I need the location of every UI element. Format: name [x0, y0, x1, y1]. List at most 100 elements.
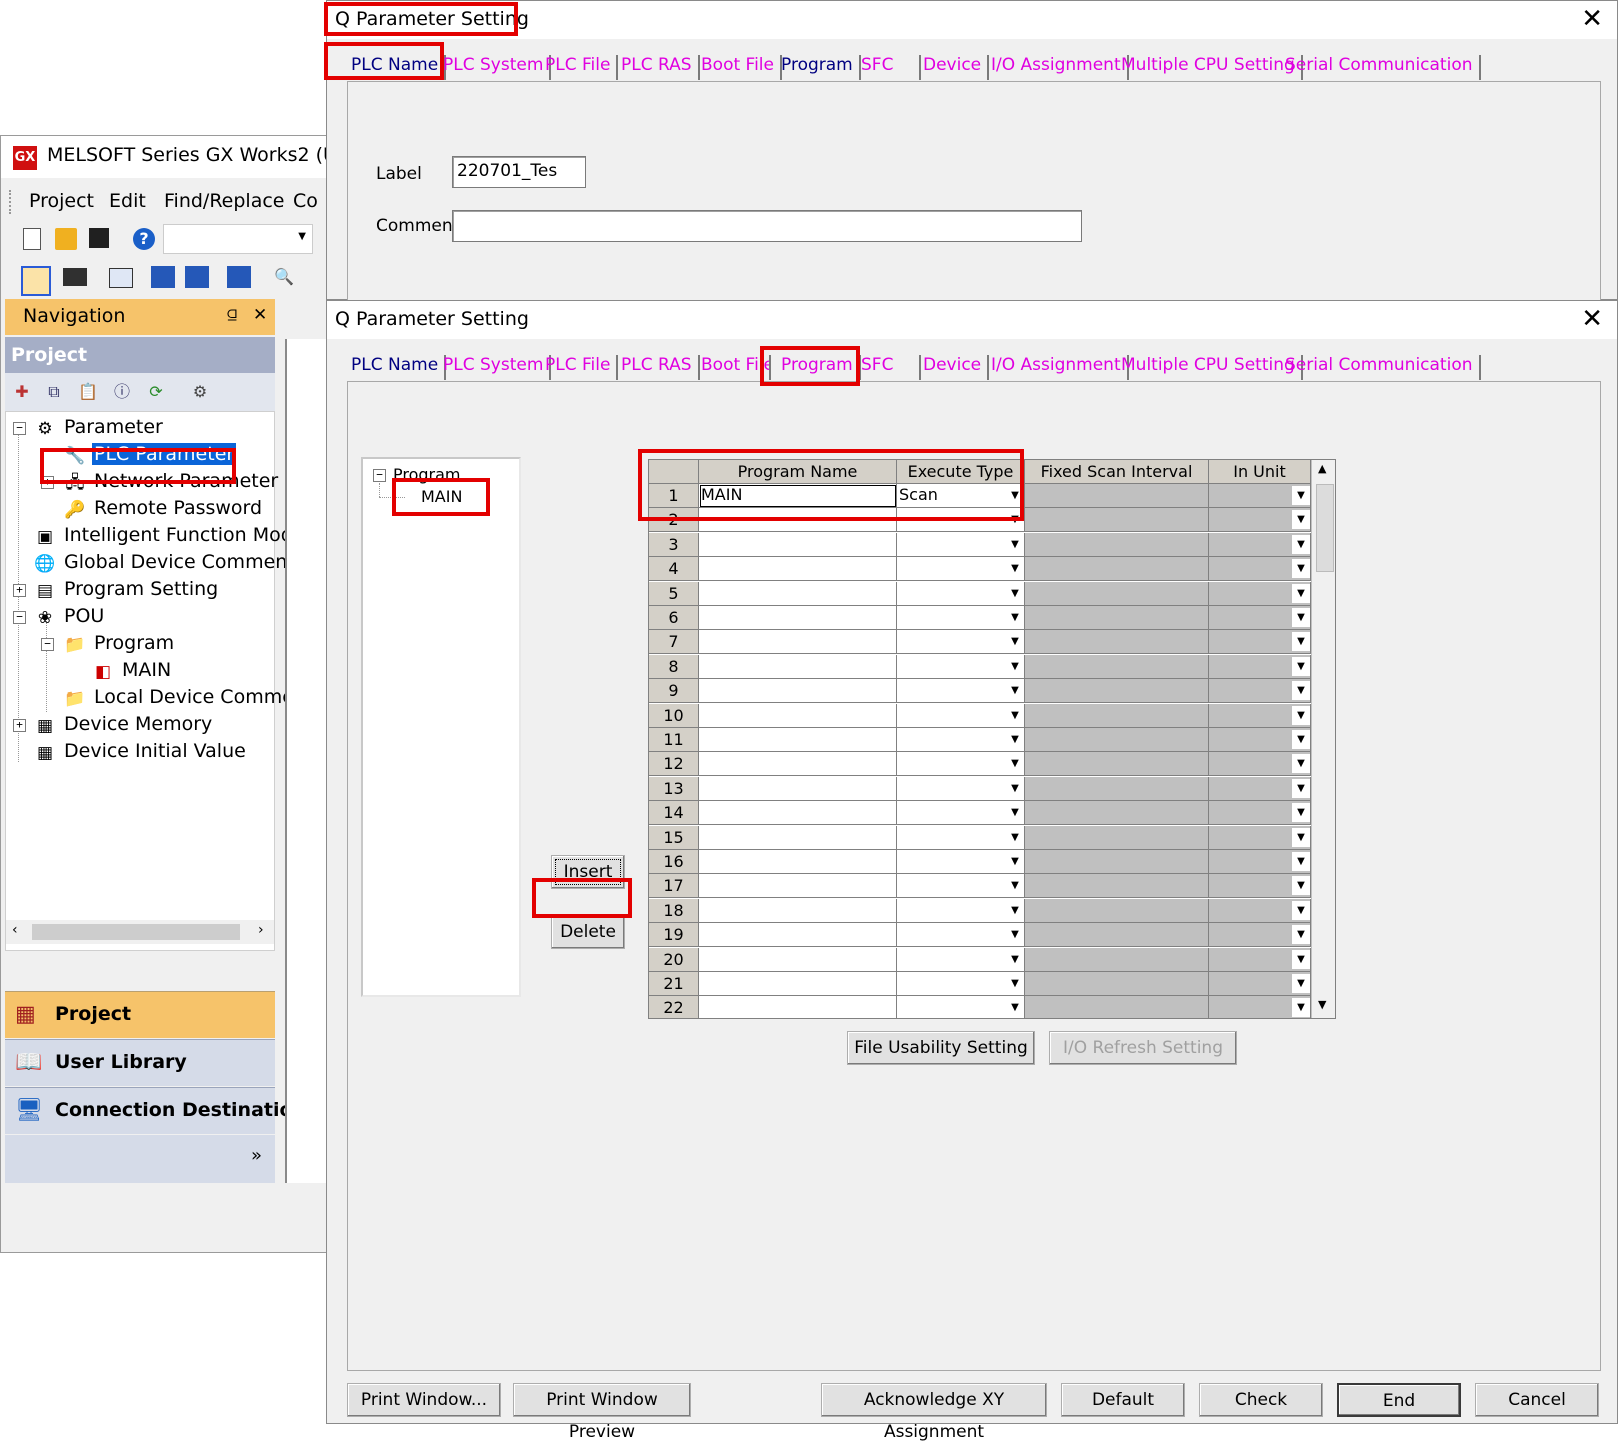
scroll-left-icon[interactable]: ‹: [12, 922, 18, 938]
dropdown-arrow-icon[interactable]: ▼: [1006, 559, 1024, 578]
tree-item-device-memory[interactable]: Device Memory: [64, 713, 212, 735]
execute-type-cell[interactable]: ▼: [897, 850, 1025, 874]
execute-type-cell[interactable]: ▼: [897, 874, 1025, 899]
execute-type-cell[interactable]: ▼: [897, 703, 1025, 728]
execute-type-cell[interactable]: ▼: [897, 801, 1025, 826]
close-icon[interactable]: ✕: [253, 305, 267, 325]
program-name-cell[interactable]: [699, 752, 897, 777]
tree-item-global-device-comment[interactable]: Global Device Comment: [64, 551, 295, 573]
new-file-icon[interactable]: [23, 228, 41, 250]
tree-item-intelligent-function[interactable]: Intelligent Function Modu: [64, 524, 305, 546]
tree-item-pou[interactable]: POU: [64, 605, 104, 627]
dropdown-arrow-icon[interactable]: ▼: [1006, 706, 1024, 725]
execute-type-cell[interactable]: ▼: [897, 972, 1025, 996]
program-name-cell[interactable]: [699, 508, 897, 533]
tab-plc-name[interactable]: PLC Name: [351, 355, 447, 380]
dropdown-arrow-icon[interactable]: ▼: [1006, 657, 1024, 676]
tab-plc-system[interactable]: PLC System: [443, 355, 552, 380]
cpu-module-icon[interactable]: [63, 268, 87, 286]
tab-program[interactable]: Program: [781, 355, 861, 380]
tab-device[interactable]: Device: [923, 55, 990, 80]
dropdown-arrow-icon[interactable]: ▼: [1006, 803, 1024, 822]
program-name-cell[interactable]: [699, 557, 897, 582]
tree-expander[interactable]: +: [13, 719, 26, 732]
tree-item-program-setting[interactable]: Program Setting: [64, 578, 218, 600]
tree-item-remote-password[interactable]: Remote Password: [94, 497, 262, 519]
tab-io-assignment[interactable]: I/O Assignment: [991, 55, 1129, 80]
device-batch-icon[interactable]: [151, 266, 175, 288]
tree-expander[interactable]: −: [13, 422, 26, 435]
execute-type-cell[interactable]: ▼: [897, 996, 1025, 1018]
program-name-cell[interactable]: [699, 728, 897, 752]
tab-serial-communication[interactable]: Serial Communication: [1285, 55, 1481, 80]
execute-type-cell[interactable]: ▼: [897, 557, 1025, 582]
dropdown-arrow-icon[interactable]: ▼: [1006, 901, 1024, 920]
tab-sfc[interactable]: SFC: [861, 355, 921, 380]
settings-icon[interactable]: ⚙: [189, 381, 211, 403]
device-list-icon[interactable]: [185, 266, 209, 288]
tab-multiple-cpu[interactable]: Multiple CPU Setting: [1121, 355, 1303, 380]
cancel-button[interactable]: Cancel: [1475, 1383, 1599, 1417]
nav-button-connection-destination[interactable]: 🖥 Connection Destination: [5, 1087, 306, 1134]
insert-button[interactable]: Insert: [551, 855, 625, 889]
dropdown-arrow-icon[interactable]: ▼: [1006, 584, 1024, 603]
label-input[interactable]: 220701_Tes: [452, 156, 586, 188]
tab-plc-ras[interactable]: PLC RAS: [621, 55, 700, 80]
program-name-cell[interactable]: [699, 825, 897, 850]
tree-item-local-device-comment[interactable]: Local Device Commer: [94, 686, 302, 708]
execute-type-cell[interactable]: ▼: [897, 508, 1025, 533]
program-name-cell[interactable]: [699, 532, 897, 557]
program-name-cell[interactable]: [699, 776, 897, 801]
execute-type-cell[interactable]: ▼: [897, 752, 1025, 777]
dropdown-arrow-icon[interactable]: ▼: [1006, 754, 1024, 773]
tab-plc-ras[interactable]: PLC RAS: [621, 355, 700, 380]
dropdown-arrow-icon[interactable]: ▼: [1006, 876, 1024, 895]
tree-expander[interactable]: −: [373, 469, 386, 482]
tab-program[interactable]: Program: [781, 55, 861, 80]
tab-plc-name[interactable]: PLC Name: [351, 55, 447, 80]
tree-item-program[interactable]: Program: [94, 632, 174, 654]
dropdown-arrow-icon[interactable]: ▼: [1006, 632, 1024, 651]
window-icon[interactable]: [109, 268, 133, 288]
add-new-icon[interactable]: ✚: [11, 381, 33, 403]
scroll-right-icon[interactable]: ›: [258, 922, 264, 938]
tab-serial-communication[interactable]: Serial Communication: [1285, 355, 1481, 380]
dropdown-arrow-icon[interactable]: ▼: [1006, 681, 1024, 700]
program-tree-root[interactable]: Program: [393, 465, 461, 484]
search-icon[interactable]: 🔍: [271, 266, 297, 288]
dropdown-arrow-icon[interactable]: ▼: [1006, 974, 1024, 993]
scroll-thumb[interactable]: [32, 924, 240, 940]
copy-icon[interactable]: ⧉: [43, 381, 65, 403]
execute-type-cell[interactable]: ▼: [897, 581, 1025, 606]
dropdown-arrow-icon[interactable]: ▼: [1006, 998, 1024, 1017]
program-name-cell[interactable]: [699, 679, 897, 704]
scroll-down-icon[interactable]: ▼: [1318, 998, 1326, 1011]
end-button[interactable]: End: [1337, 1383, 1461, 1417]
project-tree-icon[interactable]: [21, 266, 51, 296]
tree-item-main[interactable]: MAIN: [122, 659, 171, 681]
delete-button[interactable]: Delete: [551, 915, 625, 949]
execute-type-cell[interactable]: ▼: [897, 630, 1025, 655]
tree-item-plc-parameter[interactable]: PLC Parameter: [92, 443, 237, 465]
property-icon[interactable]: ⓘ: [111, 381, 133, 403]
dropdown-arrow-icon[interactable]: ▼: [1006, 486, 1024, 505]
tab-multiple-cpu[interactable]: Multiple CPU Setting: [1121, 55, 1303, 80]
program-name-cell[interactable]: [699, 801, 897, 826]
program-name-cell[interactable]: [699, 703, 897, 728]
tree-item-parameter[interactable]: Parameter: [64, 416, 163, 438]
dropdown-arrow-icon[interactable]: ▼: [1006, 608, 1024, 627]
tab-boot-file[interactable]: Boot File: [701, 55, 782, 80]
more-icon[interactable]: »: [251, 1145, 262, 1166]
program-name-cell[interactable]: MAIN: [699, 484, 897, 508]
print-window-button[interactable]: Print Window...: [347, 1383, 501, 1417]
menu-find-replace[interactable]: Find/Replace: [164, 190, 285, 212]
execute-type-cell[interactable]: ▼: [897, 654, 1025, 679]
dropdown-arrow-icon[interactable]: ▼: [1006, 730, 1024, 749]
nav-button-project[interactable]: ▦ Project: [5, 991, 275, 1038]
execute-type-cell[interactable]: Scan ▼: [897, 484, 1025, 508]
tab-sfc[interactable]: SFC: [861, 55, 921, 80]
refresh-icon[interactable]: ⟳: [145, 381, 167, 403]
close-icon[interactable]: ✕: [1581, 304, 1603, 334]
grid-vertical-scrollbar[interactable]: ▲ ▼: [1311, 460, 1335, 1018]
execute-type-cell[interactable]: ▼: [897, 606, 1025, 630]
